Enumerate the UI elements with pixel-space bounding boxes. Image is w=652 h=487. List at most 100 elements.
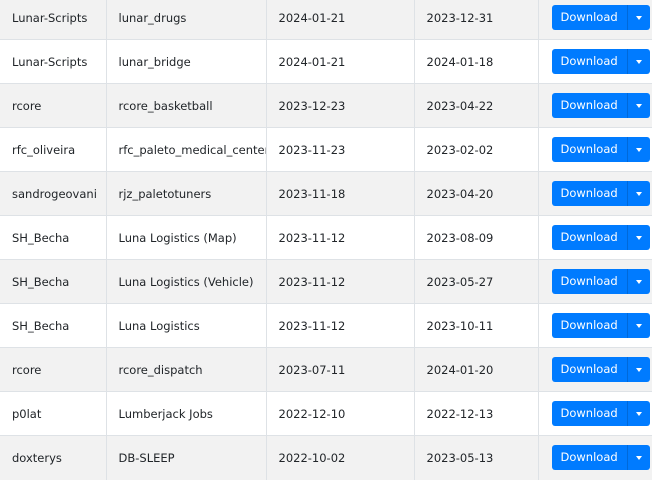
download-button[interactable]: Download bbox=[551, 181, 628, 206]
caret-down-icon bbox=[635, 147, 642, 152]
table-row: rfc_oliveira rfc_paleto_medical_center 2… bbox=[0, 127, 652, 172]
action-cell: Download bbox=[537, 127, 652, 172]
author-cell: doxterys bbox=[0, 435, 106, 480]
caret-down-icon bbox=[635, 235, 642, 240]
download-options-toggle[interactable] bbox=[627, 5, 650, 30]
date-updated-cell: 2023-10-11 bbox=[413, 303, 538, 348]
caret-down-icon bbox=[635, 103, 642, 108]
resource-name-cell: Luna Logistics bbox=[105, 303, 266, 348]
download-button-group: Download bbox=[551, 181, 650, 206]
action-cell: Download bbox=[537, 303, 652, 348]
date-updated-cell: 2023-08-09 bbox=[413, 215, 538, 260]
date-updated-cell: 2024-01-20 bbox=[413, 347, 538, 392]
date-added-cell: 2023-11-23 bbox=[265, 127, 414, 172]
author-cell: SH_Becha bbox=[0, 259, 106, 304]
table-row: doxterys DB-SLEEP 2022-10-02 2023-05-13 … bbox=[0, 435, 652, 480]
date-updated-cell: 2023-04-22 bbox=[413, 83, 538, 128]
caret-down-icon bbox=[635, 323, 642, 328]
resource-name-cell: Luna Logistics (Vehicle) bbox=[105, 259, 266, 304]
download-button[interactable]: Download bbox=[551, 49, 628, 74]
date-added-cell: 2022-10-02 bbox=[265, 435, 414, 480]
download-options-toggle[interactable] bbox=[627, 49, 650, 74]
download-button[interactable]: Download bbox=[551, 357, 628, 382]
date-updated-cell: 2023-02-02 bbox=[413, 127, 538, 172]
download-button[interactable]: Download bbox=[551, 445, 628, 471]
download-options-toggle[interactable] bbox=[627, 269, 650, 294]
download-options-toggle[interactable] bbox=[627, 401, 650, 426]
download-button-group: Download bbox=[551, 445, 650, 471]
resource-name-cell: rcore_dispatch bbox=[105, 347, 266, 392]
date-added-cell: 2024-01-21 bbox=[265, 39, 414, 84]
download-button-group: Download bbox=[551, 49, 650, 74]
resource-table-body: Lunar-Scripts lunar_drugs 2024-01-21 202… bbox=[0, 0, 652, 480]
table-row: rcore rcore_basketball 2023-12-23 2023-0… bbox=[0, 83, 652, 128]
date-updated-cell: 2023-12-31 bbox=[413, 0, 538, 40]
resource-name-cell: Luna Logistics (Map) bbox=[105, 215, 266, 260]
resource-name-cell: Lumberjack Jobs bbox=[105, 391, 266, 436]
action-cell: Download bbox=[537, 83, 652, 128]
author-cell: p0lat bbox=[0, 391, 106, 436]
download-button[interactable]: Download bbox=[551, 137, 628, 162]
download-options-toggle[interactable] bbox=[627, 93, 650, 118]
date-added-cell: 2023-11-12 bbox=[265, 303, 414, 348]
author-cell: rcore bbox=[0, 83, 106, 128]
resource-name-cell: lunar_drugs bbox=[105, 0, 266, 40]
download-options-toggle[interactable] bbox=[627, 445, 650, 471]
download-button-group: Download bbox=[551, 5, 650, 30]
date-added-cell: 2023-07-11 bbox=[265, 347, 414, 392]
author-cell: rcore bbox=[0, 347, 106, 392]
resource-name-cell: rfc_paleto_medical_center bbox=[105, 127, 266, 172]
table-row: SH_Becha Luna Logistics (Vehicle) 2023-1… bbox=[0, 259, 652, 304]
download-button[interactable]: Download bbox=[551, 225, 628, 250]
caret-down-icon bbox=[635, 191, 642, 196]
action-cell: Download bbox=[537, 39, 652, 84]
action-cell: Download bbox=[537, 171, 652, 216]
author-cell: Lunar-Scripts bbox=[0, 0, 106, 40]
resource-name-cell: DB-SLEEP bbox=[105, 435, 266, 480]
author-cell: sandrogeovani bbox=[0, 171, 106, 216]
date-added-cell: 2022-12-10 bbox=[265, 391, 414, 436]
author-cell: rfc_oliveira bbox=[0, 127, 106, 172]
download-button[interactable]: Download bbox=[551, 5, 628, 30]
action-cell: Download bbox=[537, 215, 652, 260]
action-cell: Download bbox=[537, 435, 652, 480]
date-added-cell: 2023-12-23 bbox=[265, 83, 414, 128]
resource-table: Lunar-Scripts lunar_drugs 2024-01-21 202… bbox=[0, 0, 652, 480]
download-options-toggle[interactable] bbox=[627, 181, 650, 206]
download-options-toggle[interactable] bbox=[627, 357, 650, 382]
table-row: Lunar-Scripts lunar_bridge 2024-01-21 20… bbox=[0, 39, 652, 84]
table-row: sandrogeovani rjz_paletotuners 2023-11-1… bbox=[0, 171, 652, 216]
action-cell: Download bbox=[537, 347, 652, 392]
download-button[interactable]: Download bbox=[551, 269, 628, 294]
date-added-cell: 2023-11-18 bbox=[265, 171, 414, 216]
resource-table-container: Lunar-Scripts lunar_drugs 2024-01-21 202… bbox=[0, 0, 652, 480]
date-updated-cell: 2022-12-13 bbox=[413, 391, 538, 436]
date-updated-cell: 2023-04-20 bbox=[413, 171, 538, 216]
resource-name-cell: rcore_basketball bbox=[105, 83, 266, 128]
action-cell: Download bbox=[537, 0, 652, 40]
author-cell: SH_Becha bbox=[0, 303, 106, 348]
download-options-toggle[interactable] bbox=[627, 137, 650, 162]
author-cell: SH_Becha bbox=[0, 215, 106, 260]
download-button-group: Download bbox=[551, 93, 650, 118]
resource-name-cell: rjz_paletotuners bbox=[105, 171, 266, 216]
caret-down-icon bbox=[635, 455, 642, 460]
download-button-group: Download bbox=[551, 313, 650, 338]
author-cell: Lunar-Scripts bbox=[0, 39, 106, 84]
table-row: SH_Becha Luna Logistics 2023-11-12 2023-… bbox=[0, 303, 652, 348]
table-row: rcore rcore_dispatch 2023-07-11 2024-01-… bbox=[0, 347, 652, 392]
download-options-toggle[interactable] bbox=[627, 313, 650, 338]
resource-name-cell: lunar_bridge bbox=[105, 39, 266, 84]
caret-down-icon bbox=[635, 411, 642, 416]
download-button-group: Download bbox=[551, 401, 650, 426]
download-button[interactable]: Download bbox=[551, 313, 628, 338]
download-button[interactable]: Download bbox=[551, 401, 628, 426]
date-added-cell: 2024-01-21 bbox=[265, 0, 414, 40]
download-button[interactable]: Download bbox=[551, 93, 628, 118]
date-updated-cell: 2023-05-13 bbox=[413, 435, 538, 480]
date-updated-cell: 2023-05-27 bbox=[413, 259, 538, 304]
caret-down-icon bbox=[635, 367, 642, 372]
download-button-group: Download bbox=[551, 137, 650, 162]
table-row: Lunar-Scripts lunar_drugs 2024-01-21 202… bbox=[0, 0, 652, 40]
download-options-toggle[interactable] bbox=[627, 225, 650, 250]
